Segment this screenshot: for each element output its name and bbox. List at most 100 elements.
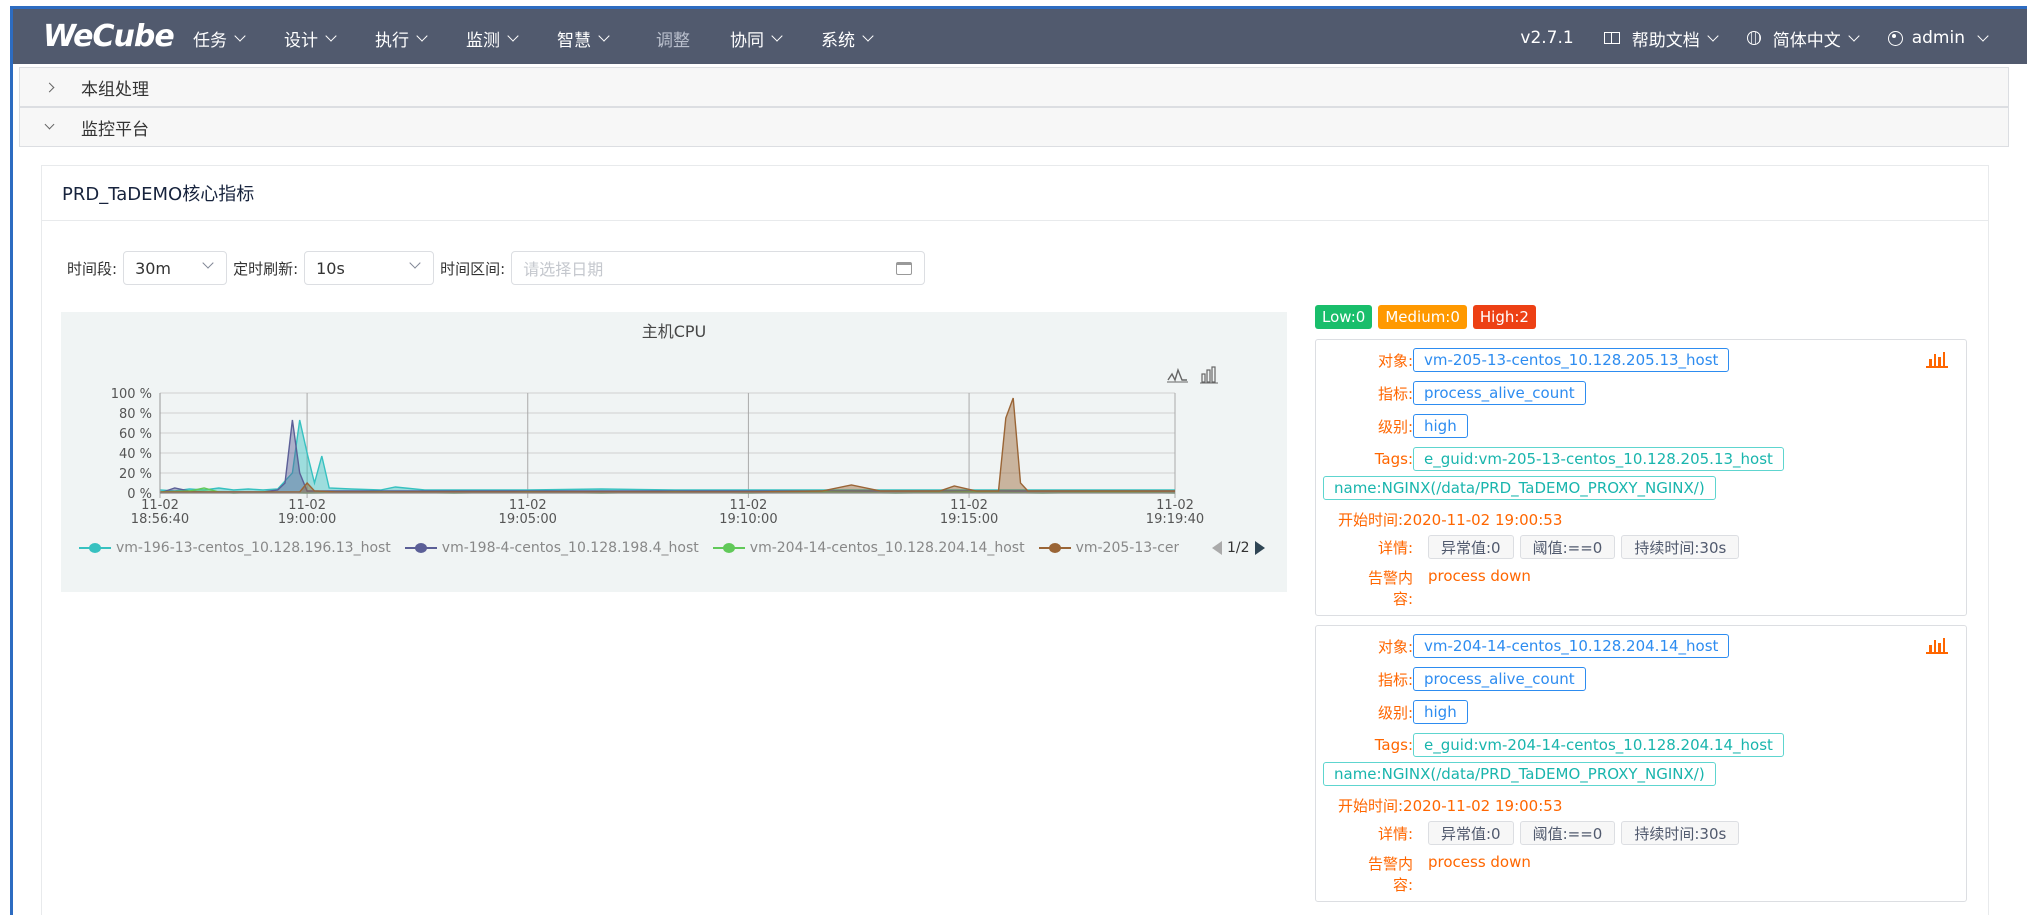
collapse-panel-group[interactable]: 本组处理: [19, 67, 2009, 107]
metric-label: 指标:: [1377, 384, 1413, 403]
x-tick-time: 19:19:40: [1146, 512, 1204, 527]
tags-label: Tags:: [1374, 736, 1413, 754]
detail-label: 详情:: [1377, 538, 1413, 557]
low-badge[interactable]: Low:0: [1315, 305, 1373, 329]
legend-pager: 1/2: [1206, 540, 1265, 556]
legend-item-196[interactable]: vm-196-13-centos_10.128.196.13_host: [79, 540, 391, 556]
bar-chart-icon[interactable]: [1926, 638, 1948, 654]
chevron-down-icon: [1707, 29, 1719, 42]
x-tick-date: 11-02: [509, 498, 547, 513]
tag-name: name:NGINX(/data/PRD_TaDEMO_PROXY_NGINX/…: [1323, 762, 1716, 786]
refresh-select[interactable]: 10s: [304, 251, 435, 285]
nav-item-execute[interactable]: 执行: [375, 26, 428, 51]
date-range-input[interactable]: 请选择日期: [511, 251, 926, 285]
metric-tag: process_alive_count: [1413, 381, 1586, 405]
chevron-down-icon: [1848, 29, 1860, 42]
x-tick-date: 11-02: [141, 498, 179, 513]
series-area-0: [160, 420, 1175, 493]
main-nav: 任务 设计 执行 监测 智慧 调整 协同 系统: [193, 9, 912, 67]
chevron-down-icon: [409, 257, 421, 269]
alert-summary: Low:0 Medium:0 High:2: [1315, 305, 1542, 329]
metric-tag: process_alive_count: [1413, 667, 1586, 691]
user-menu[interactable]: admin: [1887, 28, 1989, 48]
high-badge[interactable]: High:2: [1472, 305, 1536, 329]
level-label: 级别:: [1377, 703, 1413, 722]
nav-item-intelligence[interactable]: 智慧: [557, 26, 610, 51]
x-tick-time: 18:56:40: [131, 512, 189, 527]
detail-duration: 持续时间:30s: [1621, 535, 1740, 559]
y-tick-label: 20 %: [119, 467, 152, 482]
legend-item-205[interactable]: vm-205-13-centos_10.128.205.13_host: [1038, 540, 1179, 556]
chart-svg: 100 %80 %60 %40 %20 %0 %11-0218:56:4011-…: [111, 366, 1218, 527]
host-cpu-chart: 主机CPU 100 % 80 % 60 % 40 % 20 % 0 % 11-02 18:56…: [61, 312, 1287, 592]
object-tag: vm-205-13-centos_10.128.205.13_host: [1413, 348, 1730, 372]
refresh-label: 定时刷新:: [233, 259, 299, 278]
chart-legend: vm-196-13-centos_10.128.196.13_host vm-1…: [79, 540, 1193, 556]
card-title: PRD_TaDEMO核心指标: [42, 166, 1988, 221]
content-label-2: 容:: [1392, 876, 1413, 894]
wecube-logo[interactable]: WeCube: [43, 19, 175, 54]
chevron-down-icon: [598, 29, 610, 42]
top-navbar: WeCube 任务 设计 执行 监测 智慧 调整 协同 系统 v2.7.1 帮助…: [13, 6, 2027, 64]
bar-chart-toggle-bar: [1211, 366, 1216, 383]
detail-label: 详情:: [1377, 824, 1413, 843]
bar-chart-toggle-icon[interactable]: [1201, 373, 1206, 383]
alert-card: 对象: vm-204-14-centos_10.128.204.14_host 指…: [1315, 625, 1967, 902]
line-chart-toggle-icon[interactable]: [1167, 367, 1187, 382]
chart-toolbox: [1167, 366, 1218, 384]
collapse-panel-group-label: 本组处理: [81, 79, 149, 100]
chevron-down-icon: [202, 257, 214, 269]
legend-marker: [1038, 543, 1071, 553]
detail-value: 异常值:0: [1428, 535, 1514, 559]
nav-item-adjust[interactable]: 调整: [656, 26, 690, 51]
content-label: 告警内: [1367, 855, 1413, 873]
right-nav: v2.7.1 帮助文档 简体中文 admin: [1490, 9, 1989, 67]
start-time: 开始时间:2020-11-02 19:00:53: [1338, 511, 1563, 529]
legend-marker: [712, 543, 745, 553]
nav-item-design[interactable]: 设计: [284, 26, 337, 51]
legend-marker: [404, 543, 437, 553]
content-label: 告警内: [1367, 569, 1413, 587]
chart-axes: 100 %80 %60 %40 %20 %0 %11-0218:56:4011-…: [111, 387, 1205, 527]
calendar-icon: [896, 262, 913, 275]
version-label: v2.7.1: [1520, 28, 1574, 48]
chevron-down-icon: [325, 29, 337, 42]
globe-icon: [1746, 31, 1761, 45]
chevron-right-icon: [44, 82, 55, 92]
nav-item-collaborate[interactable]: 协同: [730, 26, 783, 51]
x-tick-time: 19:05:00: [499, 512, 557, 527]
x-tick-date: 11-02: [288, 498, 326, 513]
object-label: 对象:: [1377, 637, 1413, 656]
detail-threshold: 阈值:==0: [1519, 535, 1616, 559]
content-label-2: 容:: [1392, 590, 1413, 608]
period-select[interactable]: 30m: [123, 251, 228, 285]
object-tag: vm-204-14-centos_10.128.204.14_host: [1413, 634, 1730, 658]
x-tick-time: 19:15:00: [940, 512, 998, 527]
legend-prev-icon[interactable]: [1212, 541, 1222, 555]
y-tick-label: 100 %: [111, 387, 152, 402]
nav-item-tasks[interactable]: 任务: [193, 26, 246, 51]
book-icon: [1603, 32, 1620, 44]
bar-chart-toggle-bar: [1206, 369, 1211, 383]
legend-next-icon[interactable]: [1254, 541, 1265, 555]
legend-item-204[interactable]: vm-204-14-centos_10.128.204.14_host: [712, 540, 1025, 556]
period-label: 时间段:: [67, 259, 118, 278]
collapse-panel-monitor-label: 监控平台: [81, 119, 149, 140]
medium-badge[interactable]: Medium:0: [1378, 305, 1467, 329]
legend-page-indicator: 1/2: [1227, 540, 1250, 556]
dashboard-card: PRD_TaDEMO核心指标 时间段: 30m 定时刷新: 10s 时间区间: …: [41, 165, 1989, 915]
app-frame: WeCube 任务 设计 执行 监测 智慧 调整 协同 系统 v2.7.1 帮助…: [10, 6, 2027, 915]
x-tick-time: 19:00:00: [278, 512, 336, 527]
x-tick-date: 11-02: [1156, 498, 1194, 513]
bar-chart-icon[interactable]: [1926, 352, 1948, 368]
nav-item-monitor[interactable]: 监测: [466, 26, 519, 51]
nav-item-system[interactable]: 系统: [821, 26, 874, 51]
level-tag: high: [1413, 700, 1468, 724]
language-menu[interactable]: 简体中文: [1746, 26, 1860, 51]
level-tag: high: [1413, 414, 1468, 438]
tag-name: name:NGINX(/data/PRD_TaDEMO_PROXY_NGINX/…: [1323, 476, 1716, 500]
legend-item-198[interactable]: vm-198-4-centos_10.128.198.4_host: [404, 540, 699, 556]
collapse-panel-monitor[interactable]: 监控平台: [19, 107, 2009, 147]
detail-value: 异常值:0: [1428, 821, 1514, 845]
help-docs-menu[interactable]: 帮助文档: [1603, 26, 1719, 51]
